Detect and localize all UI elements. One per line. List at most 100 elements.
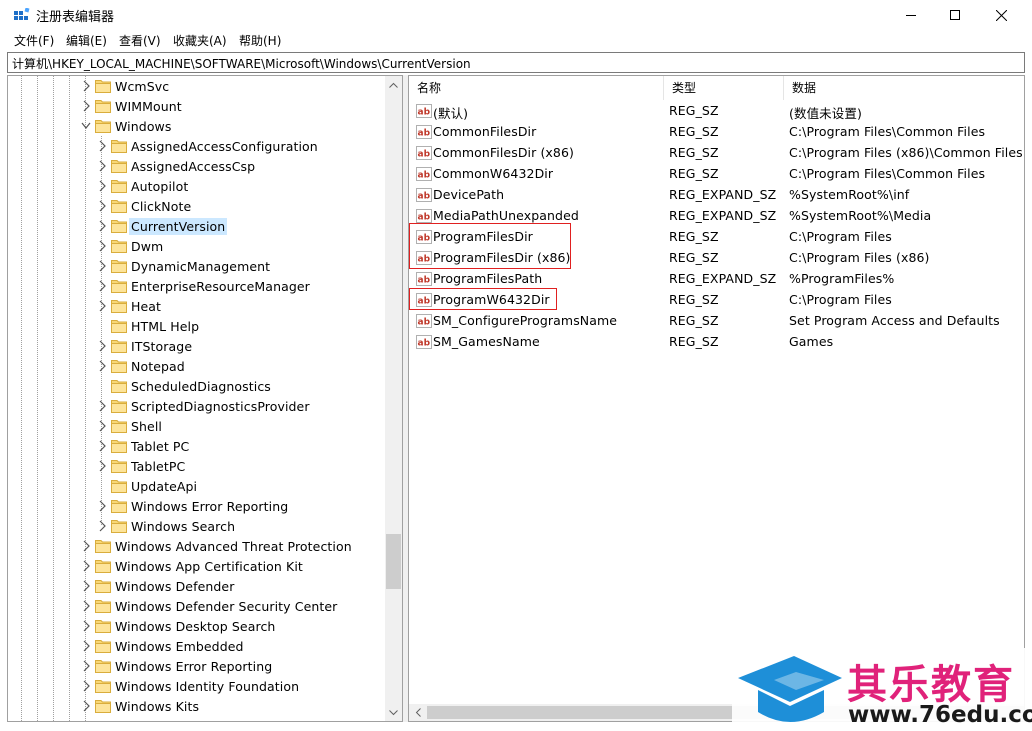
- value-row[interactable]: ab CommonW6432Dir REG_SZ C:\Program Files\C…: [409, 164, 1024, 185]
- tree-item[interactable]: Windows Embedded: [8, 636, 388, 656]
- menu-view[interactable]: 查看(V): [119, 32, 161, 49]
- tree-item[interactable]: Windows Advanced Threat Protection: [8, 536, 388, 556]
- tree-item-label[interactable]: Windows Embedded: [113, 638, 246, 655]
- tree-item[interactable]: ITStorage: [8, 336, 388, 356]
- tree-item-label[interactable]: TabletPC: [129, 458, 187, 475]
- tree-item-label[interactable]: Shell: [129, 418, 164, 435]
- title-bar[interactable]: 注册表编辑器: [0, 0, 1032, 30]
- close-button[interactable]: [978, 0, 1024, 30]
- menu-favorites[interactable]: 收藏夹(A): [173, 32, 227, 49]
- tree-item-label[interactable]: AssignedAccessCsp: [129, 158, 257, 175]
- chevron-right-icon[interactable]: [97, 300, 107, 312]
- tree-item-label[interactable]: ITStorage: [129, 338, 194, 355]
- value-row[interactable]: ab DevicePath REG_EXPAND_SZ %SystemRoot%\in…: [409, 185, 1024, 206]
- chevron-right-icon[interactable]: [97, 240, 107, 252]
- value-row[interactable]: ab ProgramFilesDir (x86) REG_SZ C:\Program …: [409, 248, 1024, 269]
- tree-item[interactable]: AssignedAccessCsp: [8, 156, 388, 176]
- tree-item[interactable]: Tablet PC: [8, 436, 388, 456]
- value-row[interactable]: ab SM_GamesName REG_SZ Games: [409, 332, 1024, 353]
- tree-vertical-scrollbar[interactable]: [385, 76, 402, 721]
- chevron-right-icon[interactable]: [81, 620, 91, 632]
- tree-item-label[interactable]: AssignedAccessConfiguration: [129, 138, 320, 155]
- tree-item-label[interactable]: Windows Identity Foundation: [113, 678, 301, 695]
- chevron-right-icon[interactable]: [97, 200, 107, 212]
- chevron-right-icon[interactable]: [81, 640, 91, 652]
- chevron-right-icon[interactable]: [97, 180, 107, 192]
- value-row[interactable]: ab ProgramW6432Dir REG_SZ C:\Program Files: [409, 290, 1024, 311]
- value-row[interactable]: ab CommonFilesDir REG_SZ C:\Program Files\C…: [409, 122, 1024, 143]
- menu-edit[interactable]: 编辑(E): [66, 32, 107, 49]
- value-row[interactable]: ab MediaPathUnexpanded REG_EXPAND_SZ %Syste…: [409, 206, 1024, 227]
- chevron-right-icon[interactable]: [81, 700, 91, 712]
- tree-item[interactable]: Windows Search: [8, 516, 388, 536]
- tree-item[interactable]: CurrentVersion: [8, 216, 388, 236]
- scroll-left-arrow[interactable]: [409, 704, 426, 721]
- tree-item[interactable]: Windows Desktop Search: [8, 616, 388, 636]
- tree-item[interactable]: UpdateApi: [8, 476, 388, 496]
- tree-item-label[interactable]: Autopilot: [129, 178, 190, 195]
- key-tree[interactable]: WcmSvc WIMMount Windows AssignedAccessConfi…: [7, 75, 403, 722]
- column-header-data[interactable]: 数据: [784, 76, 1024, 100]
- chevron-right-icon[interactable]: [97, 260, 107, 272]
- tree-item-label[interactable]: HTML Help: [129, 318, 201, 335]
- tree-item-label[interactable]: ClickNote: [129, 198, 193, 215]
- chevron-right-icon[interactable]: [81, 560, 91, 572]
- tree-item[interactable]: DynamicManagement: [8, 256, 388, 276]
- tree-item-label[interactable]: Dwm: [129, 238, 165, 255]
- minimize-button[interactable]: [888, 0, 934, 30]
- tree-item[interactable]: Dwm: [8, 236, 388, 256]
- chevron-right-icon[interactable]: [97, 280, 107, 292]
- value-row[interactable]: ab SM_ConfigureProgramsName REG_SZ Set Prog…: [409, 311, 1024, 332]
- chevron-right-icon[interactable]: [97, 460, 107, 472]
- tree-item-label[interactable]: WIMMount: [113, 98, 184, 115]
- maximize-button[interactable]: [932, 0, 978, 30]
- tree-item[interactable]: Windows Error Reporting: [8, 496, 388, 516]
- value-row[interactable]: ab ProgramFilesDir REG_SZ C:\Program Files: [409, 227, 1024, 248]
- tree-item-label[interactable]: CurrentVersion: [129, 218, 228, 235]
- chevron-right-icon[interactable]: [81, 600, 91, 612]
- tree-item-label[interactable]: ScheduledDiagnostics: [129, 378, 273, 395]
- chevron-right-icon[interactable]: [97, 140, 107, 152]
- chevron-down-icon[interactable]: [81, 120, 91, 132]
- chevron-right-icon[interactable]: [81, 80, 91, 92]
- tree-item[interactable]: TabletPC: [8, 456, 388, 476]
- tree-item-label[interactable]: Windows Desktop Search: [113, 618, 277, 635]
- tree-item-label[interactable]: Tablet PC: [129, 438, 191, 455]
- chevron-right-icon[interactable]: [81, 100, 91, 112]
- tree-item[interactable]: WIMMount: [8, 96, 388, 116]
- tree-item-label[interactable]: Windows Defender Security Center: [113, 598, 339, 615]
- tree-item[interactable]: Shell: [8, 416, 388, 436]
- chevron-right-icon[interactable]: [97, 220, 107, 232]
- tree-item[interactable]: Windows App Certification Kit: [8, 556, 388, 576]
- tree-item[interactable]: Windows: [8, 116, 388, 136]
- tree-item-label[interactable]: ScriptedDiagnosticsProvider: [129, 398, 312, 415]
- tree-item[interactable]: Notepad: [8, 356, 388, 376]
- chevron-right-icon[interactable]: [81, 680, 91, 692]
- chevron-right-icon[interactable]: [97, 400, 107, 412]
- tree-item[interactable]: Windows Defender: [8, 576, 388, 596]
- tree-item-label[interactable]: DynamicManagement: [129, 258, 272, 275]
- scroll-up-arrow[interactable]: [385, 76, 402, 93]
- tree-item-label[interactable]: Windows Error Reporting: [129, 498, 290, 515]
- chevron-right-icon[interactable]: [97, 420, 107, 432]
- tree-item-label[interactable]: WcmSvc: [113, 78, 171, 95]
- chevron-right-icon[interactable]: [97, 160, 107, 172]
- chevron-right-icon[interactable]: [97, 340, 107, 352]
- tree-item[interactable]: Windows Identity Foundation: [8, 676, 388, 696]
- value-row[interactable]: ab CommonFilesDir (x86) REG_SZ C:\Program F…: [409, 143, 1024, 164]
- chevron-right-icon[interactable]: [97, 360, 107, 372]
- tree-item-label[interactable]: EnterpriseResourceManager: [129, 278, 312, 295]
- menu-help[interactable]: 帮助(H): [239, 32, 281, 49]
- tree-item[interactable]: ScriptedDiagnosticsProvider: [8, 396, 388, 416]
- chevron-right-icon[interactable]: [97, 500, 107, 512]
- tree-item[interactable]: Windows Error Reporting: [8, 656, 388, 676]
- tree-item-label[interactable]: Windows: [113, 118, 174, 135]
- tree-item-label[interactable]: Windows Advanced Threat Protection: [113, 538, 354, 555]
- tree-item[interactable]: Windows Defender Security Center: [8, 596, 388, 616]
- tree-item-label[interactable]: Windows App Certification Kit: [113, 558, 305, 575]
- column-header-name[interactable]: 名称: [409, 76, 664, 100]
- menu-file[interactable]: 文件(F): [14, 32, 54, 49]
- chevron-right-icon[interactable]: [97, 520, 107, 532]
- tree-item[interactable]: ClickNote: [8, 196, 388, 216]
- tree-item[interactable]: Heat: [8, 296, 388, 316]
